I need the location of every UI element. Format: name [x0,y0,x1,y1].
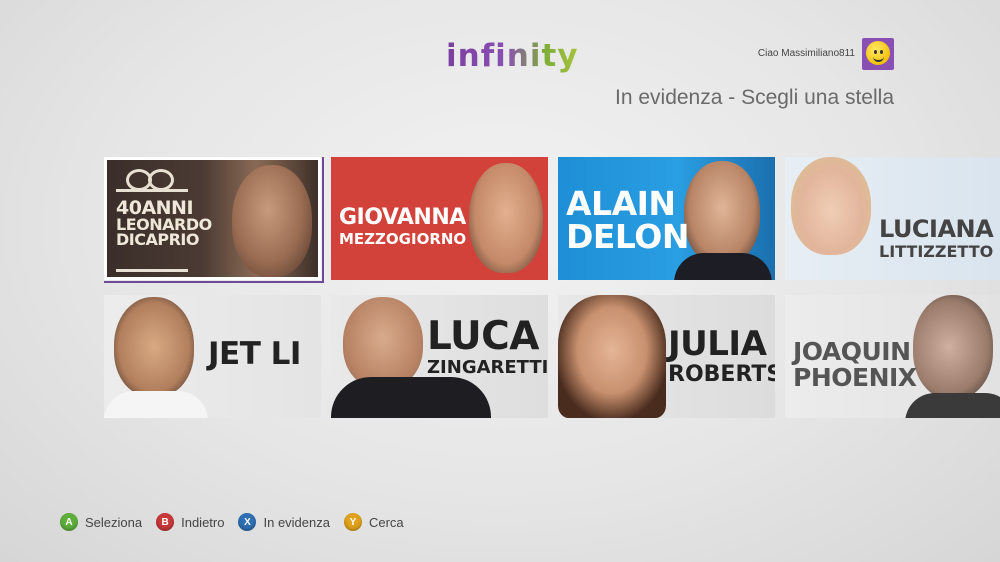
legend-featured[interactable]: X In evidenza [238,513,330,531]
portrait-image [222,157,321,280]
tile-giovanna-mezzogiorno[interactable]: GIOVANNA MEZZOGIORNO [331,157,548,280]
ribbon-line [116,269,188,272]
legend-search[interactable]: Y Cerca [343,513,404,531]
tile-leonardo-dicaprio[interactable]: 40ANNI LEONARDO DICAPRIO [104,157,324,283]
tile-title: GIOVANNA MEZZOGIORNO [339,205,467,248]
user-greeting: Ciao Massimiliano811 [757,48,855,59]
tile-title: ALAIN DELON [566,184,689,256]
y-button-icon: Y [343,513,362,531]
tile-title: JOAQUIN PHOENIX [793,337,917,393]
legend-label: Seleziona [85,514,143,530]
x-button-icon: X [238,513,257,531]
tile-joaquin-phoenix[interactable]: JOAQUIN PHOENIX [785,295,1000,418]
portrait-image [331,295,491,418]
tile-title: 40ANNI LEONARDO DICAPRIO [116,197,212,250]
legend-label: Indietro [181,514,225,530]
portrait-image [785,157,885,280]
tile-title: JULIA ROBERTS [668,324,775,387]
a-button-icon: A [60,513,78,531]
b-button-icon: B [156,513,175,531]
tile-julia-roberts[interactable]: JULIA ROBERTS [558,295,775,418]
portrait-image [905,295,1000,418]
controller-legend: A Seleziona B Indietro X In evidenza Y C… [60,513,404,531]
star-grid: 40ANNI LEONARDO DICAPRIO GIOVANNA MEZZOG… [104,157,1000,419]
infinity-logo: infinity [446,38,579,74]
tile-title: JET LI [208,336,301,372]
smiley-avatar-icon [866,41,890,65]
page-title: In evidenza - Scegli una stella [615,86,894,109]
tile-luca-zingaretti[interactable]: LUCA ZINGARETTI [331,295,548,418]
gift-bow-icon [122,167,176,191]
tile-title: LUCIANA LITTIZZETTO [879,215,994,261]
legend-label: In evidenza [263,514,330,530]
legend-select[interactable]: A Seleziona [60,513,142,531]
tile-title: LUCA ZINGARETTI [427,314,548,378]
portrait-image [104,295,208,418]
ribbon-line [116,189,188,192]
legend-label: Cerca [368,514,404,530]
portrait-image [558,295,668,418]
tile-luciana-littizzetto[interactable]: LUCIANA LITTIZZETTO [785,157,1000,280]
user-avatar[interactable] [862,38,894,70]
tile-jet-li[interactable]: JET LI [104,295,321,418]
legend-back[interactable]: B Indietro [156,513,224,531]
tile-alain-delon[interactable]: ALAIN DELON [558,157,775,280]
portrait-image [461,157,548,280]
